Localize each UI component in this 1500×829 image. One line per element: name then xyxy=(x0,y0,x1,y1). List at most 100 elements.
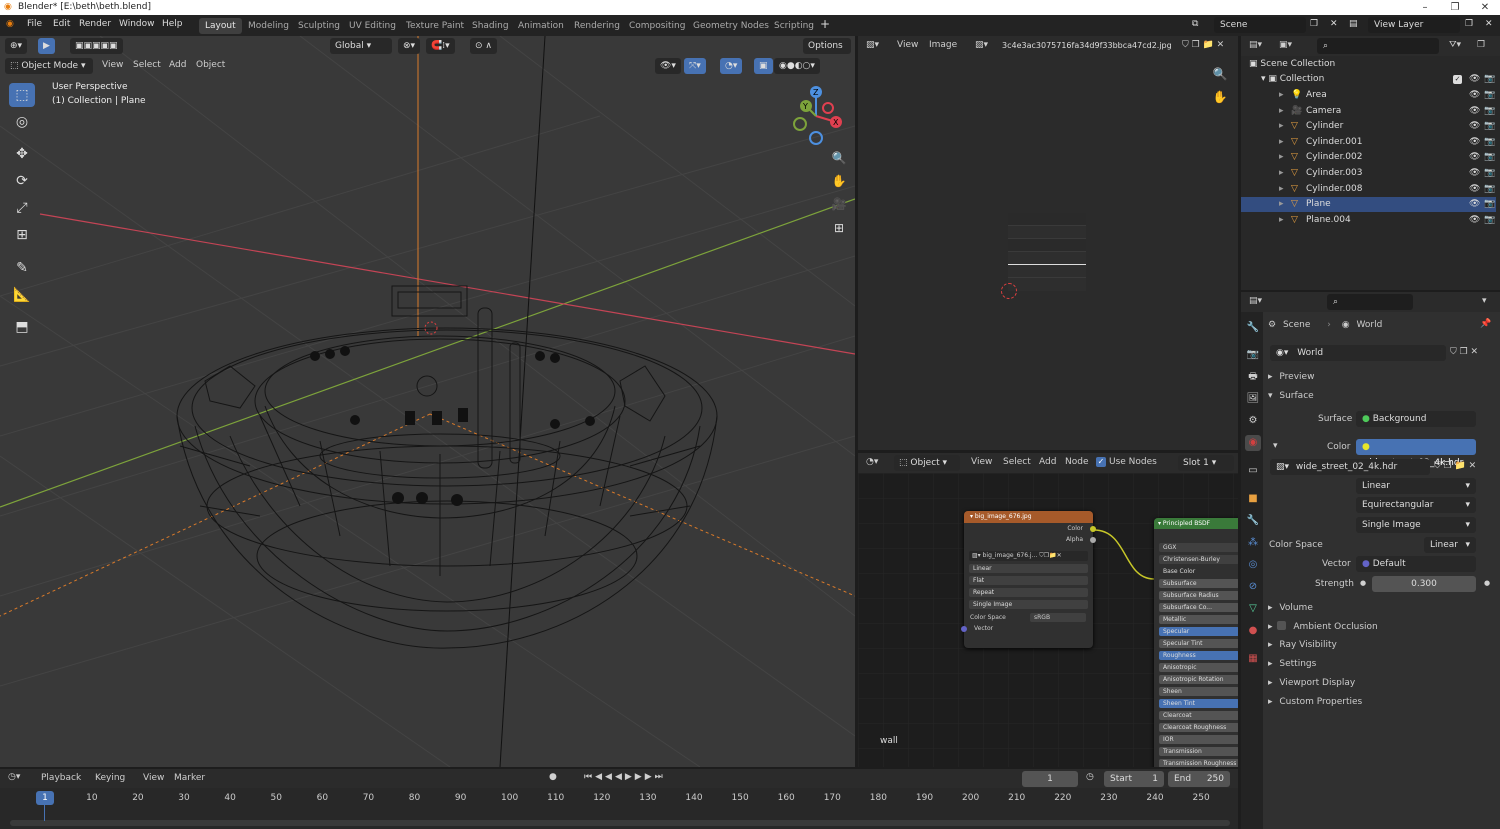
bsdf-input[interactable]: Subsurface Co... xyxy=(1159,603,1238,612)
menu-playback[interactable]: Playback xyxy=(41,773,81,783)
image-node-alpha-output[interactable]: Alpha xyxy=(964,534,1096,545)
menu-render[interactable]: Render xyxy=(79,19,111,29)
image-node-color-output[interactable]: Color xyxy=(964,523,1096,534)
outliner-item[interactable]: ▸ ▽ Plane 👁 📷 xyxy=(1241,197,1496,213)
view-layer-tab-icon[interactable]: 🖼 xyxy=(1245,391,1261,407)
preview-panel[interactable]: ▸ Preview xyxy=(1268,369,1314,385)
expand-icon[interactable]: ▸ xyxy=(1279,182,1284,197)
tab-sculpting[interactable]: Sculpting xyxy=(292,18,346,34)
scale-tool[interactable]: ⤢ xyxy=(9,196,35,220)
bsdf-input[interactable]: Subsurface Radius xyxy=(1159,591,1238,600)
tab-layout[interactable]: Layout xyxy=(199,18,242,34)
properties-section[interactable]: ▸ Ambient Occlusion xyxy=(1268,619,1378,635)
properties-section[interactable]: ▸ Custom Properties xyxy=(1268,694,1362,710)
delete-view-layer-icon[interactable]: ✕ xyxy=(1485,19,1493,29)
outliner-search-input[interactable]: ⌕ xyxy=(1317,38,1439,54)
image-node-vector-input[interactable]: Vector xyxy=(961,623,1093,634)
tab-animation[interactable]: Animation xyxy=(512,18,570,34)
expand-icon[interactable]: ▸ xyxy=(1279,104,1284,119)
visibility-eye-icon[interactable]: 👁 xyxy=(1469,104,1480,119)
texture-tab-icon[interactable]: ▦ xyxy=(1245,651,1261,667)
projection-dropdown[interactable]: Equirectangular ▾ xyxy=(1356,497,1476,513)
camera-view-icon[interactable]: 🎥 xyxy=(829,194,849,214)
visibility-eye-icon[interactable]: 👁 xyxy=(1469,150,1480,165)
render-camera-icon[interactable]: 📷 xyxy=(1484,166,1495,181)
world-selector[interactable]: ◉▾ World xyxy=(1270,345,1446,361)
select-box-modes-icon[interactable]: ▣▣▣▣▣ xyxy=(70,38,123,54)
source-dropdown[interactable]: Single Image ▾ xyxy=(1356,517,1476,533)
new-scene-icon[interactable]: ❐ xyxy=(1310,19,1318,29)
bsdf-input[interactable]: Anisotropic Rotation xyxy=(1159,675,1238,684)
visibility-eye-icon[interactable]: 👁 xyxy=(1469,197,1480,212)
options-button[interactable]: Options ▾ xyxy=(803,38,851,67)
bsdf-input[interactable]: IOR xyxy=(1159,735,1238,744)
delete-scene-icon[interactable]: ✕ xyxy=(1330,19,1338,29)
color-expand-icon[interactable]: ▾ xyxy=(1273,441,1278,451)
menu-file[interactable]: File xyxy=(27,19,42,29)
properties-section[interactable]: ▸ Viewport Display xyxy=(1268,675,1355,691)
image-menu-view[interactable]: View xyxy=(897,40,918,50)
bsdf-input[interactable]: Metallic xyxy=(1159,615,1238,624)
properties-section[interactable]: ▸ Settings xyxy=(1268,656,1316,672)
outliner-scene-collection[interactable]: ▣ Scene Collection xyxy=(1241,57,1496,72)
overlay-icon[interactable]: ◔▾ xyxy=(720,58,743,74)
image-editor[interactable]: ▨▾ View Image ▨▾ 3c4e3ac3075716fa34d9f33… xyxy=(858,36,1238,450)
interp-dropdown[interactable]: Linear ▾ xyxy=(1356,478,1476,494)
render-camera-icon[interactable]: 📷 xyxy=(1484,119,1495,134)
collection-visibility-icon[interactable]: 👁 xyxy=(1469,72,1480,87)
properties-section[interactable]: ▸ Ray Visibility xyxy=(1268,637,1337,653)
shading-modes-icon[interactable]: ◉●◐○▾ xyxy=(774,58,820,74)
cursor-tool[interactable]: ◎ xyxy=(9,110,35,134)
outliner-item[interactable]: ▸ ▽ Cylinder.002 👁 📷 xyxy=(1241,150,1496,165)
node-menu-view[interactable]: View xyxy=(971,457,992,467)
use-nodes-checkbox[interactable]: ✓ xyxy=(1096,457,1106,467)
new-collection-icon[interactable]: ❐ xyxy=(1477,40,1485,50)
viewport-3d[interactable]: ⊕▾ ▶ ▣▣▣▣▣ Global ▾ ⊗▾ 🧲⁞▾ ⊙ ∧ Options ▾… xyxy=(0,36,855,767)
select-mode-icon[interactable]: ▶ xyxy=(38,38,55,54)
surface-panel[interactable]: ▾ Surface xyxy=(1268,388,1314,404)
playhead[interactable]: 1 xyxy=(36,791,54,805)
slot-dropdown[interactable]: Slot 1 ▾ xyxy=(1178,455,1234,471)
tab-scripting[interactable]: Scripting xyxy=(768,18,820,34)
maximize-icon[interactable]: ❐ xyxy=(1440,0,1470,15)
scene-tab-icon[interactable]: ⚙ xyxy=(1245,413,1261,429)
collection-checkbox[interactable]: ✓ xyxy=(1453,75,1462,84)
node-menu-add[interactable]: Add xyxy=(1039,457,1056,467)
tab-modeling[interactable]: Modeling xyxy=(242,18,295,34)
image-node-colorspace-value[interactable]: sRGB xyxy=(1030,613,1086,622)
outliner-item[interactable]: ▸ ▽ Cylinder.003 👁 📷 xyxy=(1241,166,1496,181)
filter-icon[interactable]: ⛛▾ xyxy=(1449,40,1461,50)
world-actions-icon[interactable]: ⛉ ❐ ✕ xyxy=(1450,347,1478,357)
outliner-display-icon[interactable]: ▣▾ xyxy=(1279,40,1292,50)
image-fake-user-icon[interactable]: ⛉ ❐ 📁 ✕ xyxy=(1182,40,1224,50)
menu-window[interactable]: Window xyxy=(119,19,155,29)
menu-edit[interactable]: Edit xyxy=(53,19,70,29)
image-menu-image[interactable]: Image xyxy=(929,40,957,50)
measure-tool[interactable]: 📐 xyxy=(9,283,35,307)
gizmo-icon[interactable]: ⤧▾ xyxy=(684,58,706,74)
add-cube-tool[interactable]: ⬒ xyxy=(9,315,35,339)
image-texture-node[interactable]: ▾ big_image_676.jpg Color Alpha ▨▾ big_i… xyxy=(961,511,1096,648)
outliner-item[interactable]: ▸ ▽ Plane.004 👁 📷 xyxy=(1241,213,1496,228)
bsdf-input[interactable]: Specular Tint xyxy=(1159,639,1238,648)
blender-menu-icon[interactable]: ◉ xyxy=(6,19,14,29)
visibility-eye-icon[interactable]: 👁 xyxy=(1469,135,1480,150)
bsdf-input[interactable]: Clearcoat xyxy=(1159,711,1238,720)
bsdf-input[interactable]: Specular xyxy=(1159,627,1238,636)
tab-texture-paint[interactable]: Texture Paint xyxy=(400,18,470,34)
snap-icon[interactable]: 🧲⁞▾ xyxy=(426,38,455,54)
render-camera-icon[interactable]: 📷 xyxy=(1484,135,1495,150)
end-frame-field[interactable]: End 250 xyxy=(1168,771,1230,787)
preview-range-icon[interactable]: ◷ xyxy=(1086,772,1094,782)
record-icon[interactable]: ● xyxy=(549,772,557,782)
tab-geometry-nodes[interactable]: Geometry Nodes xyxy=(687,18,775,34)
tab-shading[interactable]: Shading xyxy=(466,18,515,34)
start-frame-field[interactable]: Start 1 xyxy=(1104,771,1164,787)
image-editor-type-icon[interactable]: ▨▾ xyxy=(866,40,879,50)
editor-type-icon[interactable]: ⊕▾ xyxy=(5,38,28,54)
bsdf-input[interactable]: Transmission xyxy=(1159,747,1238,756)
render-camera-icon[interactable]: 📷 xyxy=(1484,150,1495,165)
expand-icon[interactable]: ▸ xyxy=(1279,88,1284,103)
env-image-selector[interactable]: ▨▾ wide_street_02_4k.hdr xyxy=(1270,459,1430,475)
properties-options-icon[interactable]: ▾ xyxy=(1482,296,1487,306)
